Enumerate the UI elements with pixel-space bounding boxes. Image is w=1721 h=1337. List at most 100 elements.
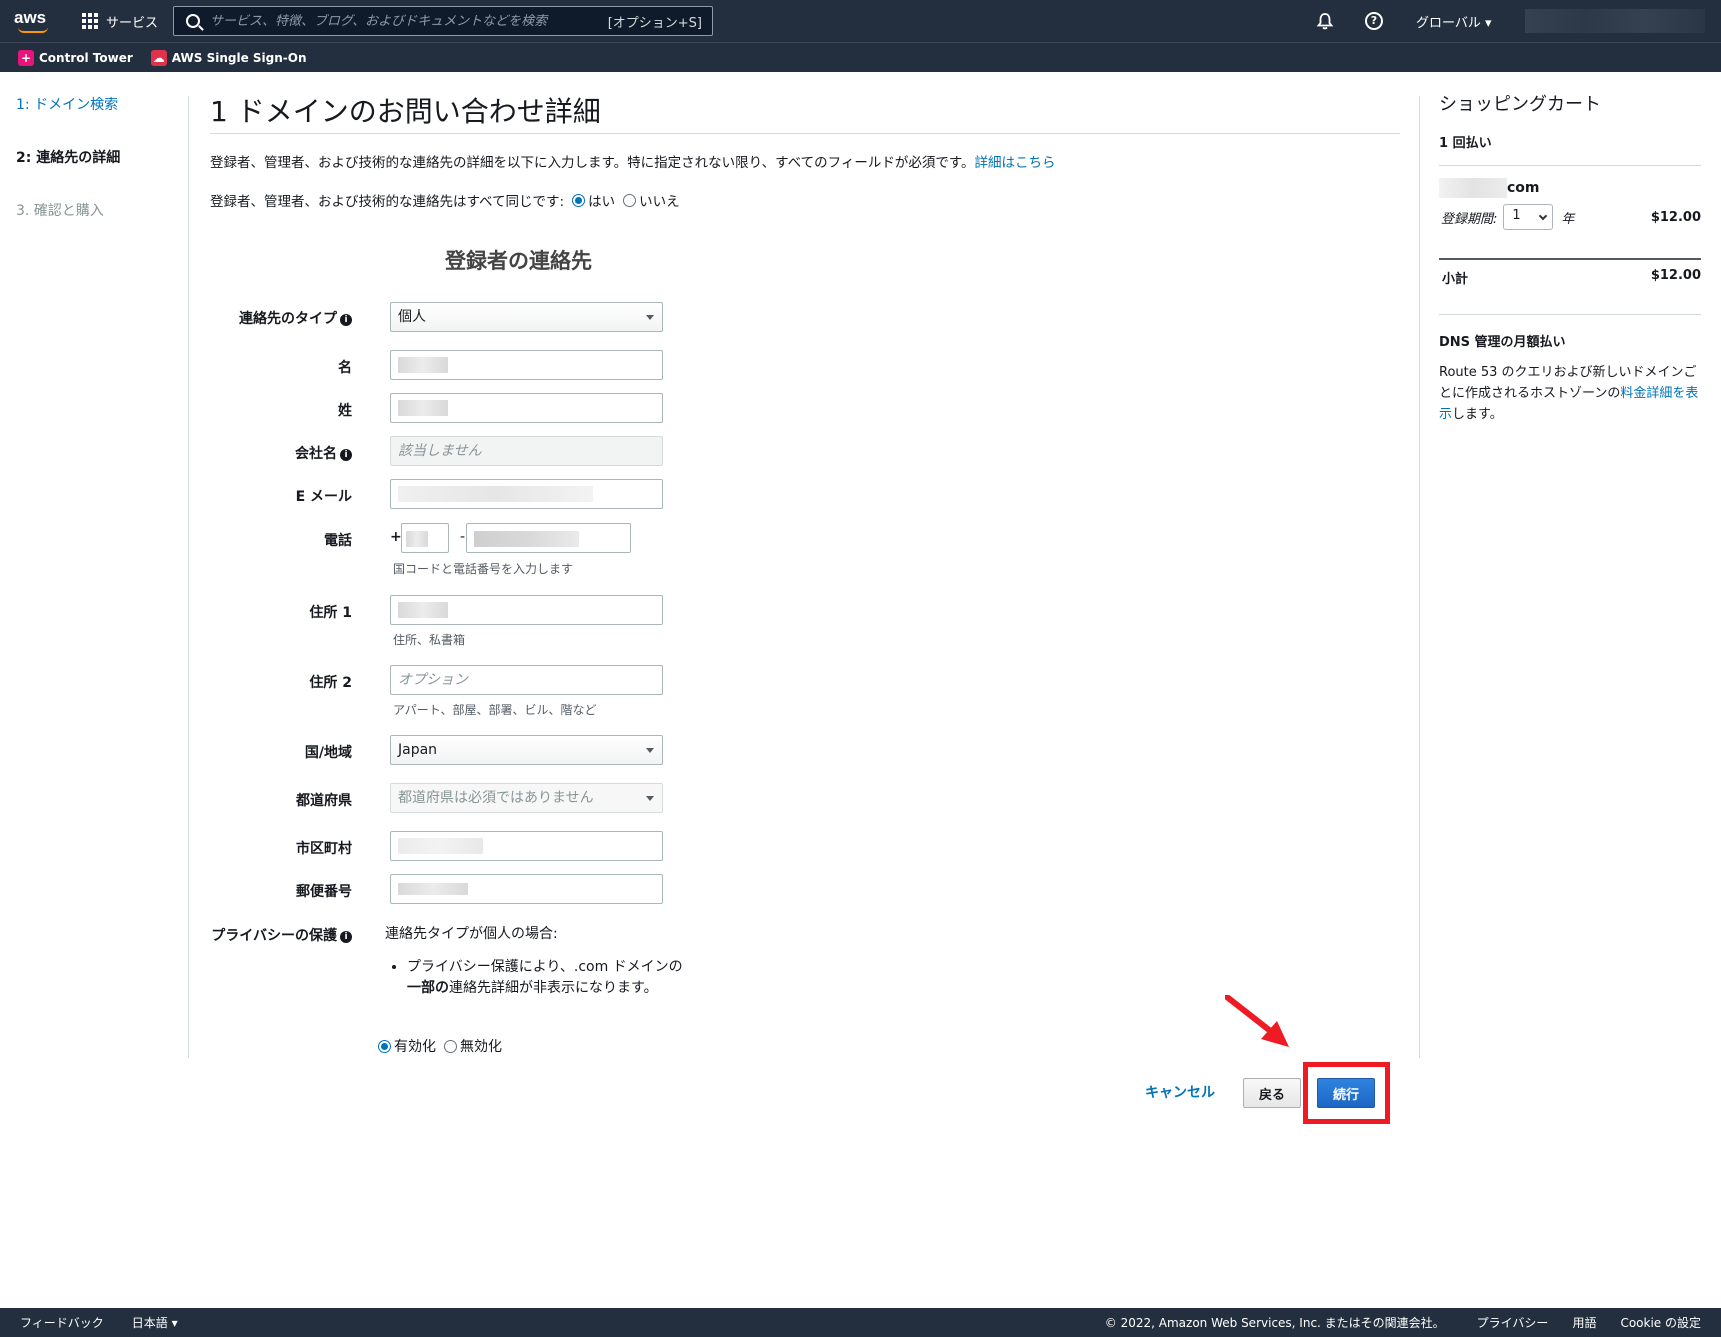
notifications-bell-icon[interactable] <box>1316 12 1334 30</box>
same-contacts-yes-label: はい <box>588 194 616 210</box>
info-icon[interactable]: i <box>340 314 352 326</box>
phone-hint: 国コードと電話番号を入力します <box>393 562 574 576</box>
search-shortcut-hint: [オプション+S] <box>607 15 702 31</box>
country-label: 国/地域 <box>304 745 352 761</box>
first-name-input[interactable] <box>390 350 663 380</box>
redacted-value <box>398 602 448 618</box>
privacy-protection-label: プライバシーの保護 i <box>210 925 352 945</box>
services-menu-button[interactable]: サービス <box>82 10 158 32</box>
privacy-bullet-text-b: 連絡先詳細が非表示になります。 <box>449 980 658 996</box>
last-name-input[interactable] <box>390 393 663 423</box>
redacted-value <box>398 400 448 416</box>
subtotal-label: 小計 <box>1442 272 1469 287</box>
account-menu[interactable] <box>1525 9 1705 33</box>
language-selector[interactable]: 日本語 ▾ <box>132 1314 178 1331</box>
same-contacts-yes-radio[interactable] <box>572 193 586 207</box>
global-search-box[interactable]: [オプション+S] <box>173 6 713 36</box>
registrant-section-title: 登録者の連絡先 <box>445 249 592 273</box>
cart-domain-name: com <box>1439 178 1701 198</box>
phone-dash: - <box>460 529 466 545</box>
company-input[interactable]: 該当しません <box>390 436 663 466</box>
registration-period-value: 1 <box>1512 208 1521 223</box>
redacted-value <box>406 531 428 547</box>
address1-label: 住所 1 <box>309 605 352 621</box>
step-review-purchase: 3. 確認と購入 <box>16 203 104 219</box>
redacted-value <box>398 486 593 502</box>
privacy-link[interactable]: プライバシー <box>1477 1314 1549 1331</box>
favorite-sso[interactable]: ☁ AWS Single Sign-On <box>150 49 307 66</box>
contact-type-label-text: 連絡先のタイプ <box>239 311 337 327</box>
city-input[interactable] <box>390 831 663 861</box>
learn-more-link[interactable]: 詳細はこちら <box>975 155 1056 171</box>
wizard-steps: 1: ドメイン検索 2: 連絡先の詳細 3. 確認と購入 <box>16 96 186 255</box>
privacy-enable-radio[interactable] <box>378 1039 391 1053</box>
privacy-disable-label: 無効化 <box>460 1039 502 1055</box>
aws-smile-icon <box>18 27 48 33</box>
redacted-value <box>398 838 483 854</box>
cart-title: ショッピングカート <box>1439 94 1601 115</box>
same-contacts-no-radio[interactable] <box>623 193 637 207</box>
control-tower-icon: + <box>18 49 34 66</box>
company-label: 会社名 i <box>210 443 352 463</box>
caret-down-icon <box>646 796 654 801</box>
address1-input[interactable] <box>390 595 663 625</box>
cart-divider <box>1439 314 1701 315</box>
privacy-options: 有効化 無効化 <box>378 1036 502 1056</box>
postal-code-input[interactable] <box>390 874 663 904</box>
email-input[interactable] <box>390 479 663 509</box>
aws-logo-text: aws <box>14 8 47 27</box>
registration-period-row: 登録期間: 1 年 $12.00 <box>1439 204 1701 230</box>
registration-period-select[interactable]: 1 <box>1503 204 1554 230</box>
main-content: 1 ドメインのお問い合わせ詳細 登録者、管理者、および技術的な連絡先の詳細を以下… <box>210 90 1400 1055</box>
help-icon[interactable]: ? <box>1365 12 1383 30</box>
info-icon[interactable]: i <box>340 931 352 943</box>
cookie-settings-link[interactable]: Cookie の設定 <box>1620 1314 1701 1331</box>
services-label: サービス <box>106 15 159 31</box>
contact-type-label: 連絡先のタイプ i <box>210 308 352 328</box>
phone-number-input[interactable] <box>466 523 631 553</box>
region-selector[interactable]: グローバル ▾ <box>1416 12 1492 31</box>
aws-logo[interactable]: aws <box>14 8 56 34</box>
dns-billing-title: DNS 管理の月額払い <box>1439 335 1566 350</box>
company-label-text: 会社名 <box>295 446 337 462</box>
grid-icon <box>82 13 98 29</box>
sso-icon: ☁ <box>150 49 167 66</box>
cancel-button[interactable]: キャンセル <box>1145 1082 1215 1102</box>
favorite-control-tower[interactable]: + Control Tower <box>18 49 133 66</box>
last-name-label: 姓 <box>338 403 352 419</box>
privacy-disable-radio[interactable] <box>444 1039 457 1053</box>
right-divider <box>1419 96 1420 1058</box>
prefecture-label: 都道府県 <box>296 793 352 809</box>
cart-payment-type: 1 回払い <box>1439 132 1701 166</box>
privacy-label-text: プライバシーの保護 <box>211 928 337 944</box>
country-value: Japan <box>398 742 438 758</box>
intro-text: 登録者、管理者、および技術的な連絡先の詳細を以下に入力します。特に指定されない限… <box>210 152 1400 174</box>
address2-hint: アパート、部屋、部署、ビル、階など <box>393 703 597 717</box>
search-input[interactable] <box>210 13 608 29</box>
prefecture-placeholder: 都道府県は必須ではありません <box>398 790 594 806</box>
back-button[interactable]: 戻る <box>1243 1078 1301 1108</box>
copyright-text: © 2022, Amazon Web Services, Inc. またはその関… <box>1104 1316 1445 1330</box>
phone-country-code-input[interactable] <box>401 523 449 553</box>
intro-body: 登録者、管理者、および技術的な連絡先の詳細を以下に入力します。特に指定されない限… <box>210 155 975 171</box>
info-icon[interactable]: i <box>340 449 352 461</box>
same-contacts-no-label: いいえ <box>639 194 680 210</box>
terms-link[interactable]: 用語 <box>1572 1314 1596 1331</box>
redacted-value <box>398 357 448 373</box>
step-contact-details: 2: 連絡先の詳細 <box>16 150 121 166</box>
left-divider <box>188 96 189 1058</box>
prefecture-select[interactable]: 都道府県は必須ではありません <box>390 783 663 813</box>
footer-bar: フィードバック 日本語 ▾ © 2022, Amazon Web Service… <box>0 1308 1721 1337</box>
favorite-label: AWS Single Sign-On <box>171 50 307 65</box>
feedback-link[interactable]: フィードバック <box>20 1314 104 1331</box>
page-title: 1 ドメインのお問い合わせ詳細 <box>210 90 1400 134</box>
step-domain-search[interactable]: 1: ドメイン検索 <box>16 96 186 114</box>
country-select[interactable]: Japan <box>390 735 663 765</box>
redacted-value <box>474 531 579 547</box>
privacy-enable-label: 有効化 <box>394 1039 436 1055</box>
top-navigation-bar: aws サービス [オプション+S] ? グローバル ▾ <box>0 0 1721 42</box>
address2-input[interactable]: オプション <box>390 665 663 695</box>
contact-type-select[interactable]: 個人 <box>390 302 663 332</box>
caret-down-icon <box>646 748 654 753</box>
dns-billing-text: Route 53 のクエリおよび新しいドメインごとに作成されるホストゾーンの料金… <box>1439 362 1701 425</box>
